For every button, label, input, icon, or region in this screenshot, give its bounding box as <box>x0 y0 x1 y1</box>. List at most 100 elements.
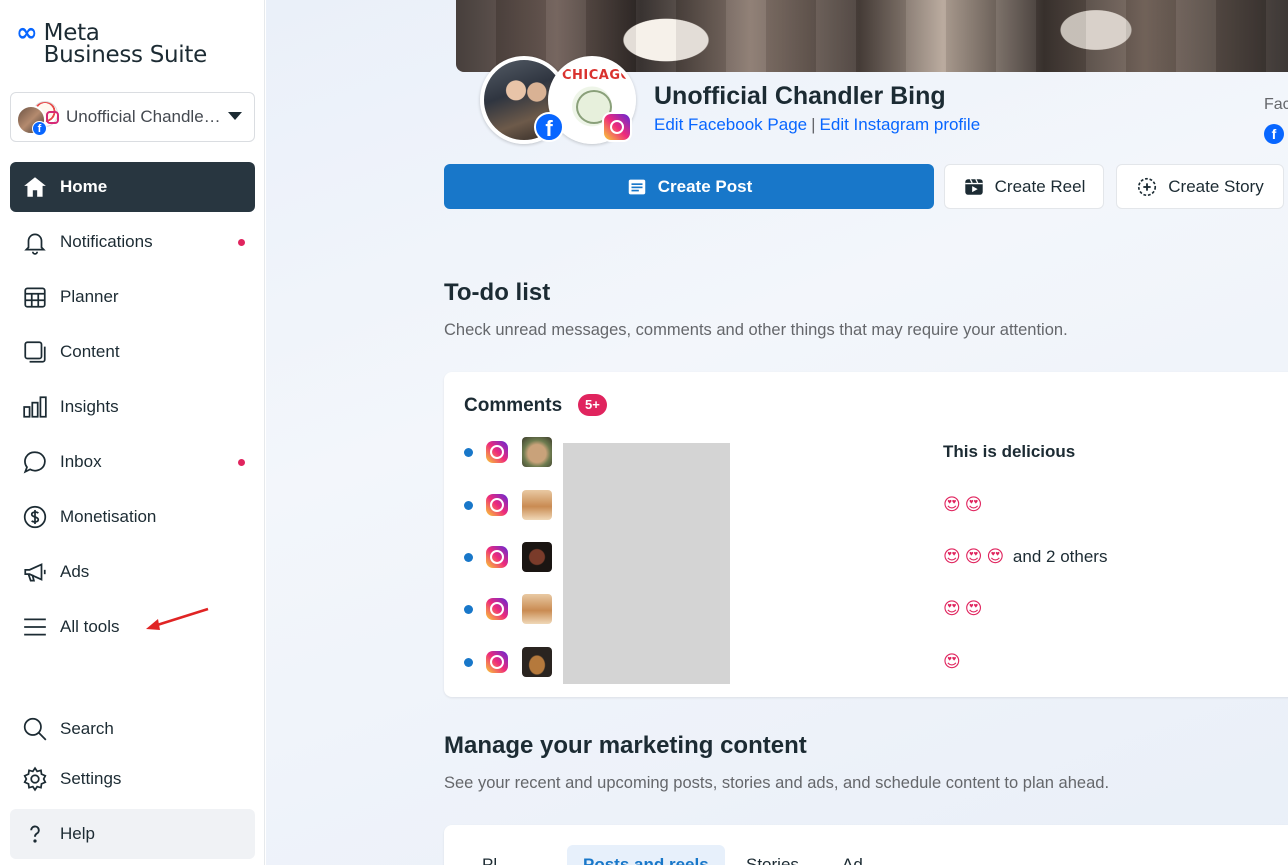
sidebar-item-label: All tools <box>60 617 120 636</box>
heart-eyes-emoji-icon: 😍 <box>964 599 983 618</box>
comments-count-badge: 5+ <box>578 394 607 416</box>
comment-suffix: and 2 others <box>1008 547 1108 566</box>
todo-title: To-do list <box>444 279 551 306</box>
sidebar-item-label: Monetisation <box>60 507 157 526</box>
heart-eyes-emoji-icon: 😍 <box>964 547 983 566</box>
instagram-icon <box>602 112 632 142</box>
red-arrow-annotation <box>146 607 209 630</box>
sidebar-item-search[interactable]: Search <box>10 704 255 754</box>
unread-dot <box>464 501 473 510</box>
post-thumbnail <box>522 490 552 520</box>
content-icon <box>22 339 48 365</box>
unread-dot <box>464 605 473 614</box>
post-icon <box>628 179 645 194</box>
brand-name: Meta Business Suite <box>43 20 208 67</box>
meta-business-suite-logo[interactable]: ∞ Meta Business Suite <box>16 18 208 67</box>
comments-title: Comments <box>464 395 563 416</box>
comment-text: 😍 😍 <box>943 599 986 619</box>
instagram-icon <box>486 546 508 568</box>
facebook-stats-label: Fac <box>1264 96 1288 113</box>
caret-down-icon <box>228 112 242 120</box>
sidebar-item-inbox[interactable]: Inbox <box>10 437 255 487</box>
create-post-label: Create Post <box>657 176 753 196</box>
search-icon <box>22 716 48 742</box>
sidebar-item-ads[interactable]: Ads <box>10 547 255 597</box>
post-thumbnail <box>522 647 552 677</box>
post-thumbnail <box>522 437 552 467</box>
sidebar-item-label: Planner <box>60 287 119 306</box>
unread-dot <box>464 553 473 562</box>
sidebar-item-notifications[interactable]: Notifications <box>10 217 255 267</box>
tab-ads[interactable]: Ad <box>842 855 863 865</box>
sidebar: ∞ Meta Business Suite f Unofficial Chand… <box>0 0 265 865</box>
chat-bubble-icon <box>22 449 48 475</box>
sidebar-item-label: Inbox <box>60 452 102 471</box>
marketing-title: Manage your marketing content <box>444 732 807 759</box>
sidebar-item-label: Notifications <box>60 232 153 251</box>
question-icon <box>22 821 48 847</box>
unread-dot <box>464 658 473 667</box>
sidebar-item-label: Insights <box>60 397 119 416</box>
sidebar-item-label: Ads <box>60 562 90 581</box>
account-switcher[interactable]: f Unofficial Chandle… <box>10 92 255 142</box>
sidebar-item-monetisation[interactable]: Monetisation <box>10 492 255 542</box>
profile-edit-links: Edit Facebook Page | Edit Instagram profil… <box>654 115 980 135</box>
gear-icon <box>22 766 48 792</box>
unread-dot <box>238 239 245 246</box>
bell-icon <box>22 229 48 255</box>
brand-line-1: Meta <box>43 20 100 46</box>
sidebar-item-label: Home <box>60 177 108 196</box>
link-separator: | <box>811 115 816 134</box>
redacted-area <box>563 443 730 684</box>
create-story-button[interactable]: Create Story <box>1116 164 1284 209</box>
sidebar-item-planner[interactable]: Planner <box>10 272 255 322</box>
create-story-label: Create Story <box>1168 176 1264 196</box>
reel-icon <box>964 178 983 195</box>
edit-facebook-page-link[interactable]: Edit Facebook Page <box>654 115 807 134</box>
sidebar-item-home[interactable]: Home <box>10 162 255 212</box>
planner-icon <box>22 284 48 310</box>
instagram-icon <box>486 598 508 620</box>
facebook-small-icon: f <box>1264 124 1284 144</box>
unread-dot <box>464 448 473 457</box>
heart-eyes-emoji-icon: 😍 <box>943 547 961 566</box>
create-reel-button[interactable]: Create Reel <box>944 164 1104 209</box>
sidebar-item-content[interactable]: Content <box>10 327 255 377</box>
instagram-badge-icon <box>46 111 59 124</box>
sidebar-item-label: Search <box>60 719 114 738</box>
unread-dot <box>238 459 245 466</box>
profile-pictures: CHICAGO f <box>480 56 640 148</box>
meta-logo-icon: ∞ <box>16 18 38 48</box>
marketing-card: Pl Posts and reels Stories Ad <box>444 825 1288 865</box>
tab-planner[interactable]: Pl <box>482 855 497 865</box>
dollar-icon <box>22 504 48 530</box>
sidebar-item-label: Settings <box>60 769 122 788</box>
sidebar-item-insights[interactable]: Insights <box>10 382 255 432</box>
insights-icon <box>22 394 48 420</box>
hamburger-menu-icon <box>22 614 48 640</box>
comment-text: 😍 <box>943 652 965 672</box>
create-reel-label: Create Reel <box>994 176 1086 196</box>
sidebar-item-label: Content <box>60 342 120 361</box>
comment-text: This is delicious <box>943 442 1076 461</box>
comment-text: 😍 😍 <box>943 495 986 515</box>
instagram-icon <box>486 494 508 516</box>
sidebar-item-settings[interactable]: Settings <box>10 754 255 804</box>
tab-stories[interactable]: Stories <box>746 855 799 865</box>
comment-text: 😍 😍 😍 and 2 others <box>943 547 1107 567</box>
edit-instagram-profile-link[interactable]: Edit Instagram profile <box>820 115 981 134</box>
sidebar-item-all-tools[interactable]: All tools <box>10 602 255 652</box>
comments-card: Comments 5+ This is delicious 😍 😍 😍 😍 😍 and 2… <box>444 372 1288 697</box>
create-post-button[interactable]: Create Post <box>444 164 934 209</box>
todo-subtitle: Check unread messages, comments and othe… <box>444 321 1068 339</box>
sidebar-item-label: Help <box>60 824 95 843</box>
facebook-icon: f <box>534 112 564 142</box>
sidebar-item-help[interactable]: Help <box>10 809 255 859</box>
tab-posts-and-reels[interactable]: Posts and reels <box>567 845 725 865</box>
home-icon <box>22 174 48 200</box>
post-thumbnail <box>522 542 552 572</box>
heart-eyes-emoji-icon: 😍 <box>943 652 961 671</box>
main-content: CHICAGO f Unofficial Chandler Bing Edit … <box>266 0 1288 865</box>
heart-eyes-emoji-icon: 😍 <box>943 599 961 618</box>
heart-eyes-emoji-icon: 😍 <box>964 495 983 514</box>
